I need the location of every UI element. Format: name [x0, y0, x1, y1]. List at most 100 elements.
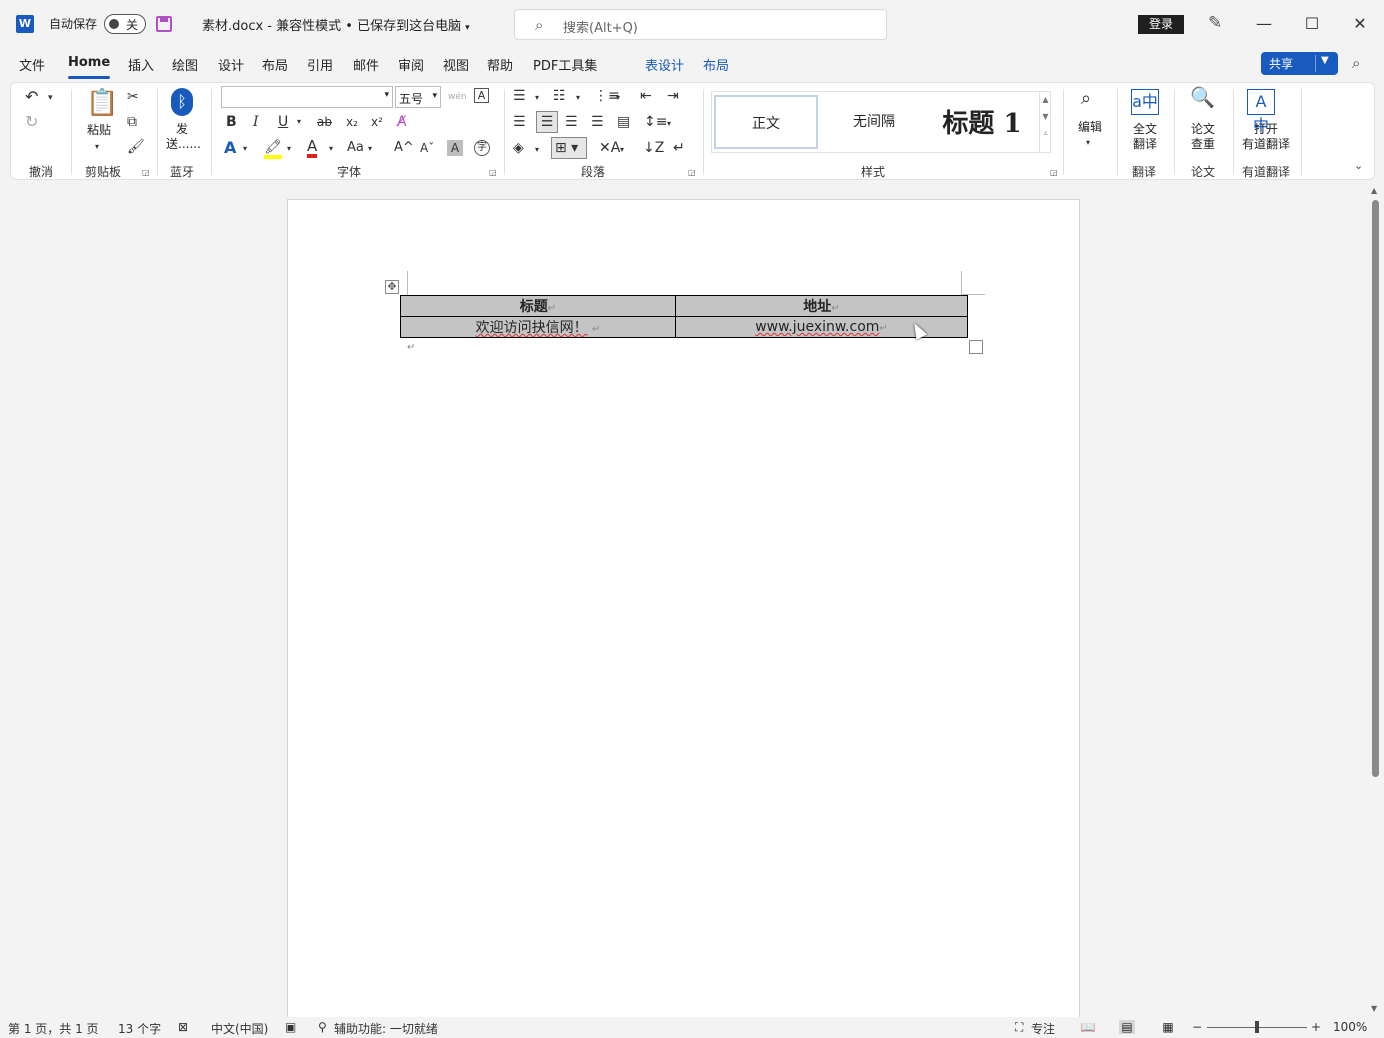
- search-input[interactable]: ⌕ 搜索(Alt+Q): [514, 9, 887, 40]
- decrease-indent-icon[interactable]: ⇤: [640, 88, 652, 104]
- menu-design[interactable]: 设计: [218, 55, 244, 74]
- more-styles-icon[interactable]: ⩡: [1040, 129, 1051, 139]
- subscript-icon[interactable]: x₂: [346, 114, 358, 130]
- enclose-char-icon[interactable]: 字: [474, 140, 490, 156]
- show-marks-icon[interactable]: ↵: [673, 140, 685, 156]
- minimize-icon[interactable]: —: [1252, 12, 1276, 36]
- char-border-icon[interactable]: A: [474, 88, 489, 103]
- strikethrough-icon[interactable]: ab: [317, 114, 332, 130]
- chevron-down-icon[interactable]: ▾: [620, 142, 624, 158]
- launcher-icon[interactable]: ◲: [688, 168, 696, 177]
- send-label[interactable]: 发 送......: [166, 122, 201, 152]
- share-button[interactable]: 共享 ▼: [1261, 52, 1338, 75]
- menu-pdf-tools[interactable]: PDF工具集: [533, 55, 597, 74]
- focus-label[interactable]: 专注: [1031, 1020, 1055, 1037]
- table-cell[interactable]: 地址↵: [675, 295, 968, 317]
- edit-label[interactable]: 编辑: [1075, 120, 1105, 135]
- align-left-icon[interactable]: ☰: [513, 114, 526, 130]
- close-icon[interactable]: ✕: [1348, 12, 1372, 36]
- zoom-level[interactable]: 100%: [1333, 1020, 1367, 1034]
- chevron-down-icon[interactable]: ▾: [95, 139, 99, 155]
- line-spacing-icon[interactable]: ↕≡: [644, 114, 667, 130]
- menu-review[interactable]: 审阅: [398, 55, 424, 74]
- launcher-icon[interactable]: ◲: [142, 168, 150, 177]
- chevron-up-icon[interactable]: ▲: [1040, 95, 1051, 104]
- menu-table-design[interactable]: 表设计: [645, 55, 684, 74]
- print-layout-icon[interactable]: ▤: [1119, 1020, 1135, 1034]
- italic-icon[interactable]: I: [253, 114, 259, 130]
- menu-references[interactable]: 引用: [307, 55, 333, 74]
- bluetooth-icon[interactable]: ᛒ: [171, 88, 193, 116]
- menu-view[interactable]: 视图: [443, 55, 469, 74]
- accessibility-status[interactable]: 辅助功能: 一切就绪: [334, 1020, 438, 1037]
- zoom-slider-thumb[interactable]: [1255, 1021, 1259, 1033]
- document-title[interactable]: 素材.docx - 兼容性模式 • 已保存到这台电脑 ▾: [202, 15, 470, 34]
- numbering-icon[interactable]: ☷: [553, 88, 566, 104]
- menu-draw[interactable]: 绘图: [172, 55, 198, 74]
- save-icon[interactable]: [156, 16, 172, 32]
- scrollbar-thumb[interactable]: [1372, 200, 1379, 777]
- chevron-down-icon[interactable]: ▼: [1040, 112, 1051, 121]
- chevron-down-icon[interactable]: ▾: [535, 142, 539, 158]
- phonetic-guide-icon[interactable]: wén: [448, 89, 467, 105]
- borders-icon[interactable]: ⊞ ▾: [551, 137, 587, 159]
- macro-icon[interactable]: ▣: [285, 1020, 296, 1034]
- document-page[interactable]: ✥ 标题↵ 地址↵ 欢迎访问抉信网！ ↵ www.juexinw.com↵ ↵: [287, 199, 1080, 1029]
- scroll-down-icon[interactable]: ▼: [1371, 1004, 1377, 1013]
- read-mode-icon[interactable]: 📖: [1080, 1020, 1096, 1034]
- chevron-down-icon[interactable]: ▾: [287, 141, 291, 157]
- chevron-down-icon[interactable]: ▾: [576, 90, 580, 106]
- pen-icon[interactable]: ✎: [1208, 13, 1222, 33]
- bullets-icon[interactable]: ☰: [513, 88, 526, 104]
- menu-table-layout[interactable]: 布局: [703, 55, 729, 74]
- find-icon[interactable]: ⌕: [1081, 90, 1091, 108]
- chevron-down-icon[interactable]: ▾: [243, 141, 247, 157]
- table-cell[interactable]: 欢迎访问抉信网！ ↵: [400, 316, 676, 338]
- chevron-down-icon[interactable]: ▾: [616, 90, 620, 106]
- undo-icon[interactable]: ↶: [25, 89, 38, 105]
- paper-check-label[interactable]: 论文 查重: [1188, 122, 1218, 152]
- justify-icon[interactable]: ☰: [591, 114, 604, 130]
- format-painter-icon[interactable]: 🖌: [127, 139, 145, 155]
- align-center-icon[interactable]: ☰: [536, 111, 558, 133]
- zoom-out-icon[interactable]: −: [1192, 1020, 1202, 1034]
- comment-icon[interactable]: ⌕: [1352, 54, 1360, 72]
- menu-insert[interactable]: 插入: [128, 55, 154, 74]
- paste-label[interactable]: 粘贴: [86, 123, 112, 138]
- focus-icon[interactable]: ⛶: [1015, 1020, 1023, 1035]
- font-color-icon[interactable]: A: [307, 138, 318, 158]
- scroll-up-icon[interactable]: ▲: [1371, 186, 1377, 195]
- maximize-icon[interactable]: ☐: [1300, 12, 1324, 36]
- superscript-icon[interactable]: x²: [371, 114, 383, 130]
- sort-icon[interactable]: ↓Z: [643, 140, 664, 156]
- chevron-down-icon[interactable]: ▾: [535, 90, 539, 106]
- bold-icon[interactable]: B: [226, 114, 237, 130]
- menu-file[interactable]: 文件: [19, 55, 45, 74]
- chevron-down-icon[interactable]: ▾: [667, 116, 671, 132]
- char-shading-icon[interactable]: A: [447, 140, 463, 156]
- autosave-toggle[interactable]: 关: [104, 14, 146, 34]
- chevron-down-icon[interactable]: ▾: [329, 141, 333, 157]
- launcher-icon[interactable]: ◲: [489, 168, 497, 177]
- menu-help[interactable]: 帮助: [487, 55, 513, 74]
- menu-home[interactable]: Home: [68, 55, 111, 79]
- menu-mailings[interactable]: 邮件: [353, 55, 379, 74]
- collapse-ribbon-icon[interactable]: ⌄: [1354, 159, 1363, 172]
- underline-icon[interactable]: U: [278, 114, 288, 130]
- text-effects-icon[interactable]: A: [224, 140, 236, 156]
- language[interactable]: 中文(中国): [211, 1020, 268, 1037]
- full-translate-label[interactable]: 全文 翻译: [1130, 122, 1160, 152]
- shading-icon[interactable]: ◈: [513, 140, 524, 156]
- styles-scroll[interactable]: ▲ ▼ ⩡: [1039, 91, 1051, 153]
- highlight-icon[interactable]: 🖍: [264, 139, 282, 159]
- font-size-select[interactable]: 五号 ▾: [395, 86, 441, 108]
- translate-icon[interactable]: a中: [1131, 89, 1159, 115]
- proofing-icon[interactable]: ⊠: [178, 1020, 188, 1034]
- vertical-scrollbar[interactable]: ▲ ▼: [1369, 186, 1381, 1016]
- chevron-down-icon[interactable]: ▼: [1321, 55, 1329, 66]
- chevron-down-icon[interactable]: ▾: [368, 141, 372, 157]
- login-button[interactable]: 登录: [1138, 15, 1184, 34]
- align-right-icon[interactable]: ☰: [565, 114, 578, 130]
- table-move-handle[interactable]: ✥: [385, 280, 399, 294]
- chinese-layout-icon[interactable]: ✕A: [599, 140, 620, 156]
